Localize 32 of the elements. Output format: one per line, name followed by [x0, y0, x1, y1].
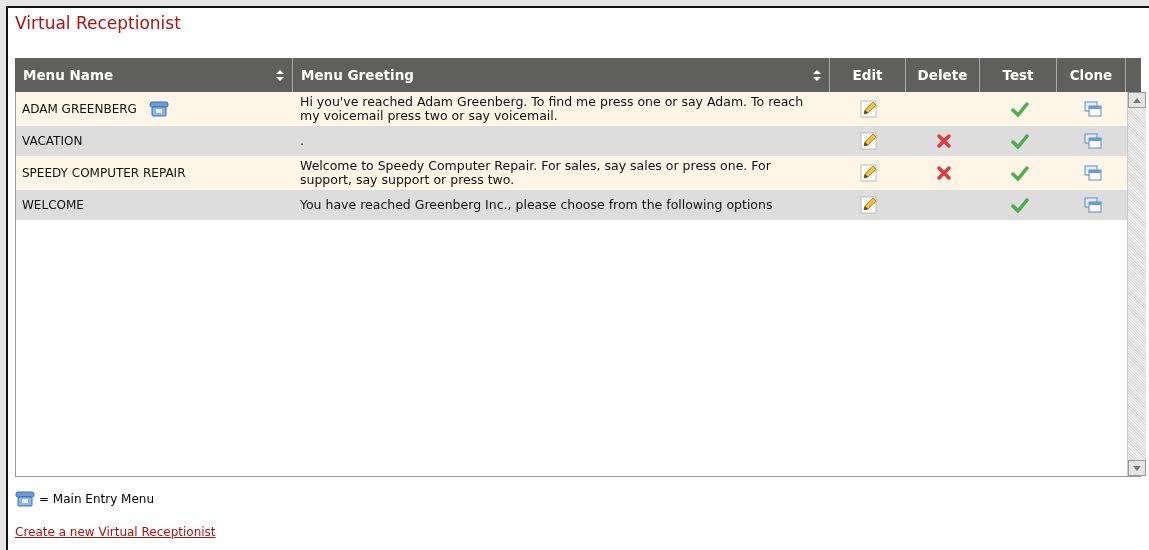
edit-icon[interactable] [860, 132, 878, 150]
check-icon[interactable] [1010, 165, 1029, 181]
phone-icon [15, 491, 35, 507]
edit-icon[interactable] [860, 100, 878, 118]
menu-greeting: You have reached Greenberg Inc., please choose from the following options [299, 196, 774, 214]
phone-icon [148, 101, 169, 117]
sort-icon[interactable] [276, 69, 284, 81]
menu-name: VACATION [22, 134, 83, 148]
edit-icon[interactable] [860, 196, 878, 214]
delete-icon[interactable] [936, 165, 952, 181]
clone-icon[interactable] [1083, 197, 1102, 213]
edit-icon[interactable] [860, 164, 878, 182]
create-link[interactable]: Create a new Virtual Receptionist [15, 525, 216, 539]
menu-greeting: Welcome to Speedy Computer Repair. For sales, say sales or press one. For support, say support or press two. [299, 157, 772, 189]
clone-icon[interactable] [1083, 165, 1102, 181]
menu-name: SPEEDY COMPUTER REPAIR [22, 166, 186, 180]
scroll-down-icon[interactable] [1133, 465, 1141, 471]
clone-icon[interactable] [1083, 101, 1102, 117]
sort-icon[interactable] [813, 69, 821, 81]
menu-greeting: Hi you've reached Adam Greenberg. To find me press one or say Adam. To reach my voicemail press two or say voicemail. [299, 93, 805, 125]
legend-text: = Main Entry Menu [39, 492, 155, 506]
menu-name: WELCOME [22, 198, 84, 212]
delete-icon[interactable] [936, 133, 952, 149]
menu-greeting: . [299, 132, 305, 150]
clone-icon[interactable] [1083, 133, 1102, 149]
check-icon[interactable] [1010, 197, 1029, 213]
scrollbar[interactable] [1127, 92, 1146, 476]
check-icon[interactable] [1010, 133, 1029, 149]
scroll-up-icon[interactable] [1133, 97, 1141, 103]
page-title: Virtual Receptionist [15, 12, 181, 34]
menu-name: ADAM GREENBERG [22, 102, 137, 116]
check-icon[interactable] [1010, 101, 1029, 117]
